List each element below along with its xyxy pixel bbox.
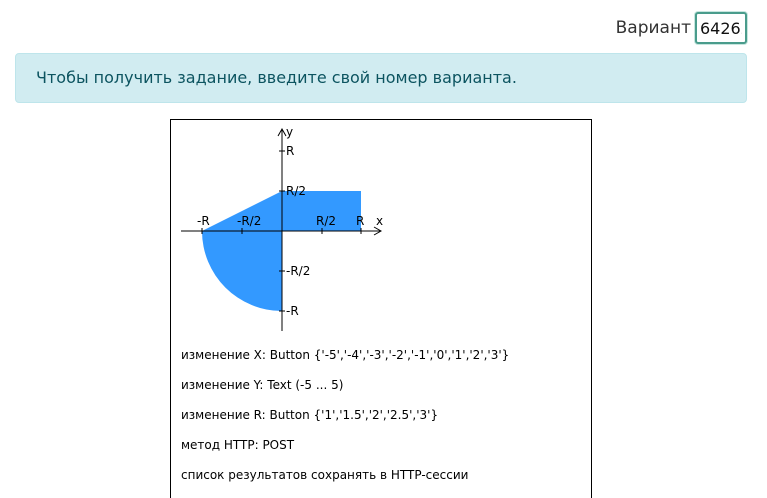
alert-text: Чтобы получить задание, введите свой ном…: [36, 68, 517, 87]
y-tick-label: -R: [286, 304, 299, 318]
x-tick-label: -R/2: [237, 214, 261, 228]
task-line-storage: список результатов сохранять в HTTP-сесс…: [181, 468, 469, 482]
x-tick-label: R/2: [316, 214, 336, 228]
task-requirements: изменение X: Button {'-5','-4','-3','-2'…: [181, 346, 509, 496]
variant-selector: Вариант: [616, 12, 747, 44]
info-alert: Чтобы получить задание, введите свой ном…: [15, 53, 747, 103]
task-panel: x y -R -R/2 R/2 R R R/2 -R/2 -R изменени…: [170, 119, 592, 498]
task-line-x: изменение X: Button {'-5','-4','-3','-2'…: [181, 348, 510, 362]
area-figure: x y -R -R/2 R/2 R R R/2 -R/2 -R: [181, 125, 383, 331]
task-line-y: изменение Y: Text (-5 ... 5): [181, 378, 344, 392]
x-tick-label: R: [356, 214, 364, 228]
task-line-r: изменение R: Button {'1','1.5','2','2.5'…: [181, 408, 439, 422]
x-tick-label: -R: [197, 214, 210, 228]
y-tick-label: -R/2: [286, 264, 310, 278]
variant-label: Вариант: [615, 18, 691, 38]
task-line-method: метод HTTP: POST: [181, 438, 295, 452]
y-tick-label: R/2: [286, 184, 306, 198]
y-tick-label: R: [286, 144, 294, 158]
y-axis-label: y: [286, 125, 293, 139]
variant-input[interactable]: [695, 12, 747, 44]
x-axis-label: x: [376, 214, 383, 228]
